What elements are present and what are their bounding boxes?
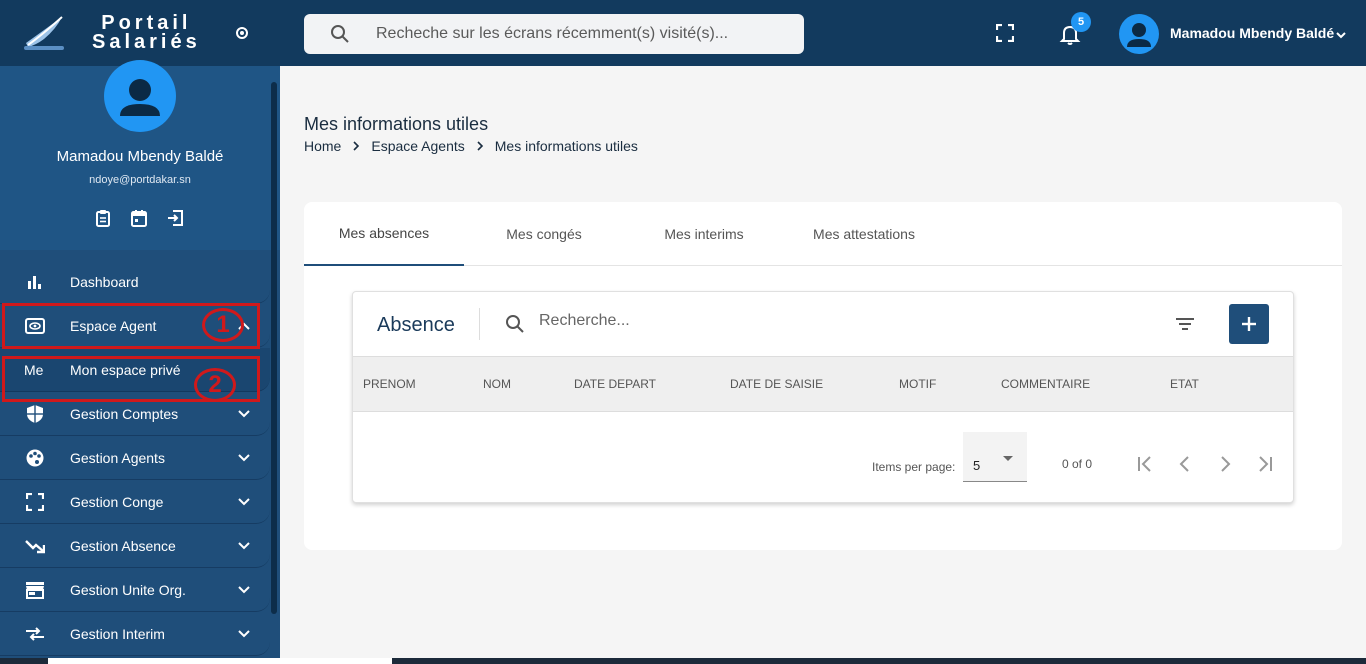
table-header-row: PRENOM NOM DATE DEPART DATE DE SAISIE MO… — [353, 356, 1293, 412]
search-input[interactable] — [376, 25, 796, 43]
sidebar-item-label: Gestion Interim — [70, 625, 165, 642]
page-size-select[interactable]: 5 — [963, 432, 1027, 482]
profile-name: Mamadou Mbendy Baldé — [56, 148, 224, 165]
breadcrumb-espace-agents[interactable]: Espace Agents — [371, 138, 464, 154]
sidebar-item-label: Gestion Agents — [70, 449, 165, 466]
column-header[interactable]: MOTIF — [899, 377, 936, 391]
store-icon — [24, 579, 46, 601]
profile-panel: Mamadou Mbendy Baldé ndoye@portdakar.sn — [0, 60, 280, 250]
table-search-input[interactable] — [539, 312, 839, 330]
bar-chart-icon — [24, 271, 46, 293]
sidebar-item-gestion-interim[interactable]: Gestion Interim — [0, 612, 270, 656]
column-header[interactable]: PRENOM — [363, 377, 416, 391]
person-icon — [1127, 23, 1151, 47]
chevron-down-icon — [238, 630, 250, 638]
add-absence-button[interactable] — [1229, 304, 1269, 344]
global-search[interactable] — [304, 14, 804, 54]
page-size-value: 5 — [973, 458, 981, 473]
dropdown-arrow-icon — [1003, 456, 1013, 461]
quill-logo-icon — [24, 16, 64, 50]
calendar-icon[interactable] — [130, 209, 148, 227]
breadcrumb-current: Mes informations utiles — [494, 138, 638, 154]
avatar — [104, 60, 176, 132]
sidebar-item-dashboard[interactable]: Dashboard — [0, 260, 270, 304]
sidebar-item-label: Gestion Comptes — [70, 405, 179, 422]
first-page-icon[interactable] — [1133, 452, 1157, 476]
logout-icon[interactable] — [166, 209, 184, 227]
plus-icon — [1242, 317, 1256, 331]
brand-title: Portail Salariés — [92, 13, 201, 53]
tab-mes-attestations[interactable]: Mes attestations — [784, 202, 944, 266]
sidebar-item-label: Gestion Conge — [70, 493, 164, 510]
breadcrumb: Home Espace Agents Mes informations util… — [304, 138, 638, 154]
profile-actions — [94, 209, 184, 227]
chevron-down-icon — [238, 410, 250, 418]
chevron-down-icon — [238, 586, 250, 594]
tab-mes-interims[interactable]: Mes interims — [624, 202, 784, 266]
sidebar-item-label: Gestion Unite Org. — [70, 581, 186, 598]
sidebar-item-gestion-conge[interactable]: Gestion Conge — [0, 480, 270, 524]
clipboard-icon[interactable] — [94, 209, 112, 227]
sidebar-scrollbar[interactable] — [271, 82, 277, 614]
column-header[interactable]: DATE DEPART — [574, 377, 656, 391]
divider — [479, 308, 480, 340]
next-page-icon[interactable] — [1213, 452, 1237, 476]
column-header[interactable]: DATE DE SAISIE — [730, 377, 823, 391]
fullscreen-icon[interactable] — [996, 24, 1014, 42]
filter-icon[interactable] — [1175, 316, 1195, 332]
tab-bar: Mes absences Mes congés Mes interims Mes… — [304, 202, 1342, 266]
horizontal-scrollbar[interactable] — [48, 658, 392, 664]
page-range-label: 0 of 0 — [1062, 457, 1093, 471]
fullscreen-icon — [24, 491, 46, 513]
page-title: Mes informations utiles — [304, 114, 489, 134]
sidebar-item-label: Dashboard — [70, 273, 139, 290]
shield-icon — [24, 403, 46, 425]
column-header[interactable]: NOM — [483, 377, 511, 391]
search-icon — [506, 315, 524, 333]
previous-page-icon[interactable] — [1173, 452, 1197, 476]
last-page-icon[interactable] — [1253, 452, 1277, 476]
user-menu-name[interactable]: Mamadou Mbendy Baldé — [1170, 25, 1334, 41]
info-card: Mes absences Mes congés Mes interims Mes… — [304, 202, 1342, 550]
chevron-right-icon — [353, 141, 360, 151]
sidebar-item-gestion-agents[interactable]: Gestion Agents — [0, 436, 270, 480]
sidebar-item-gestion-unite-org[interactable]: Gestion Unite Org. — [0, 568, 270, 612]
notification-badge: 5 — [1071, 12, 1091, 32]
paginator: Items per page: 5 0 of 0 — [353, 432, 1293, 484]
sidebar-item-label: Gestion Absence — [70, 537, 176, 554]
profile-email: ndoye@portdakar.sn — [89, 174, 191, 186]
swap-icon — [24, 623, 46, 645]
table-title: Absence — [377, 314, 455, 336]
topbar: 5 Mamadou Mbendy Baldé — [280, 0, 1366, 66]
person-icon — [120, 79, 160, 116]
annotation-number-1: 1 — [202, 308, 244, 342]
avatar[interactable] — [1119, 14, 1159, 54]
column-header[interactable]: COMMENTAIRE — [1001, 377, 1090, 391]
tab-mes-conges[interactable]: Mes congés — [464, 202, 624, 266]
breadcrumb-home[interactable]: Home — [304, 138, 341, 154]
chevron-down-icon — [238, 454, 250, 462]
tab-mes-absences[interactable]: Mes absences — [304, 202, 464, 266]
chevron-down-icon — [238, 498, 250, 506]
chevron-down-icon — [238, 542, 250, 550]
items-per-page-label: Items per page: — [872, 460, 956, 474]
trending-down-icon — [24, 535, 46, 557]
palette-icon — [24, 447, 46, 469]
chevron-right-icon — [477, 141, 483, 151]
chevron-down-icon[interactable] — [1334, 28, 1348, 42]
brand-line-2: Salariés — [92, 31, 201, 53]
search-icon — [331, 25, 349, 43]
absence-table-card: Absence PRENOM NOM DATE DEPART DATE DE S… — [352, 291, 1294, 503]
sidebar-item-gestion-absence[interactable]: Gestion Absence — [0, 524, 270, 568]
annotation-number-2: 2 — [194, 368, 236, 402]
brand-header: Portail Salariés — [0, 0, 280, 66]
column-header[interactable]: ETAT — [1170, 377, 1199, 391]
sidebar-toggle-icon[interactable] — [236, 27, 248, 39]
